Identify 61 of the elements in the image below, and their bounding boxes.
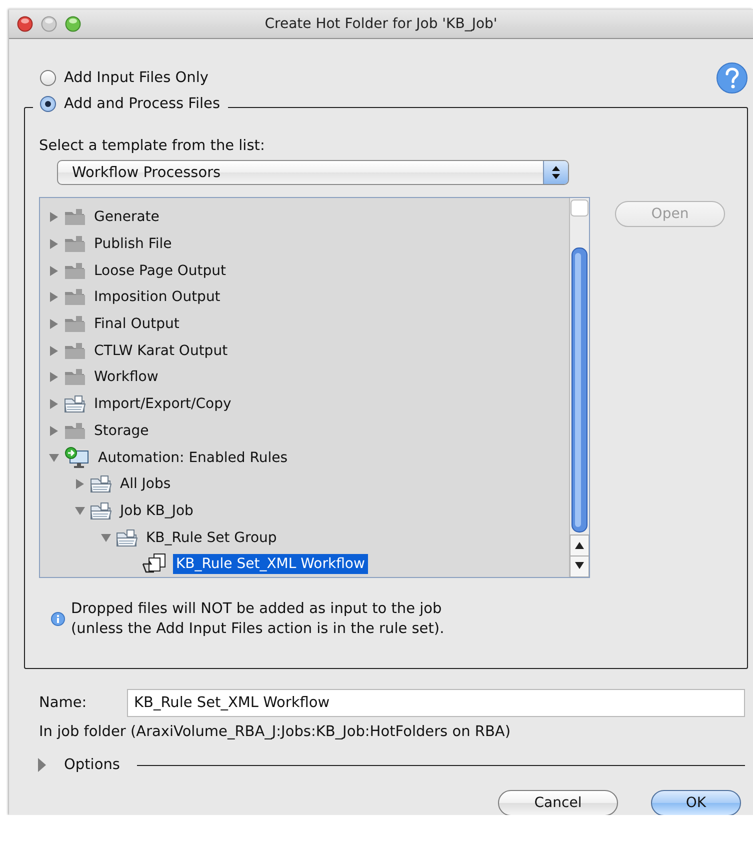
collapse-triangle-icon[interactable]	[74, 506, 86, 516]
expand-triangle-icon[interactable]	[49, 238, 59, 250]
ok-button[interactable]: OK	[651, 790, 741, 815]
mode-radio[interactable]: Add Input Files Only	[40, 70, 208, 86]
folder-icon	[116, 528, 138, 547]
cancel-button[interactable]: Cancel	[498, 790, 618, 815]
tree-item[interactable]: KB_Rule Set_XML Workflow	[173, 554, 368, 574]
tree-item[interactable]: Job KB_Job	[117, 500, 196, 521]
folder-icon	[64, 235, 86, 254]
expand-triangle-icon[interactable]	[49, 371, 59, 384]
folder-icon	[64, 395, 86, 414]
collapse-triangle-icon[interactable]	[100, 532, 112, 543]
name-label: Name:	[39, 695, 88, 711]
folder-icon	[90, 475, 112, 494]
folder-location: In job folder (AraxiVolume_RBA_J:Jobs:KB_Job:HotFolders on RBA)	[39, 724, 512, 740]
info-icon	[51, 612, 65, 626]
help-icon[interactable]	[716, 62, 748, 94]
documents-icon	[142, 553, 168, 576]
folder-icon	[64, 368, 86, 386]
expand-triangle-icon[interactable]	[49, 398, 59, 410]
zoom-button[interactable]	[65, 16, 81, 32]
tree-item[interactable]: Workflow	[91, 367, 162, 388]
folder-icon	[64, 422, 86, 440]
expand-triangle-icon[interactable]	[49, 291, 59, 304]
expand-triangle-icon[interactable]	[49, 424, 59, 437]
collapse-triangle-icon[interactable]	[48, 452, 60, 463]
folder-icon	[90, 502, 112, 520]
options-label: Options	[64, 757, 120, 773]
name-field[interactable]: KB_Rule Set_XML Workflow	[127, 689, 745, 717]
tree-item[interactable]: Loose Page Output	[91, 260, 230, 281]
tree-item[interactable]: All Jobs	[117, 474, 174, 494]
expand-triangle-icon[interactable]	[37, 757, 47, 773]
info-message: Dropped files will NOT be added as input to the job (unless the Add Input Files action is in the rule set).	[71, 600, 444, 639]
tree-item[interactable]: CTLW Karat Output	[91, 340, 231, 361]
folder-icon	[64, 342, 86, 360]
monitor-icon	[64, 446, 90, 469]
expand-triangle-icon[interactable]	[49, 211, 59, 224]
folder-icon	[64, 288, 86, 306]
tree-item[interactable]: Automation: Enabled Rules	[95, 448, 290, 468]
mode-radio[interactable]: Add and Process Files	[33, 96, 228, 112]
template-dropdown[interactable]: Workflow Processors	[57, 160, 569, 185]
minimize-button[interactable]	[41, 16, 57, 32]
tree-item[interactable]: Generate	[91, 207, 162, 228]
scrollbar[interactable]	[569, 198, 589, 577]
folder-icon	[64, 262, 86, 280]
window-title: Create Hot Folder for Job 'KB_Job'	[264, 16, 498, 32]
tree-item[interactable]: Import/Export/Copy	[91, 394, 234, 414]
tree-item[interactable]: Final Output	[91, 314, 182, 334]
folder-icon	[64, 208, 86, 226]
expand-triangle-icon[interactable]	[75, 478, 85, 490]
tree-item[interactable]: Publish File	[91, 234, 175, 254]
template-label: Select a template from the list:	[39, 137, 266, 154]
folder-icon	[64, 315, 86, 334]
tree-item[interactable]: Storage	[91, 420, 152, 441]
tree-item[interactable]: Imposition Output	[91, 287, 224, 308]
expand-triangle-icon[interactable]	[49, 264, 59, 277]
stepper-arrows-icon	[543, 161, 568, 184]
expand-triangle-icon[interactable]	[49, 318, 59, 330]
close-button[interactable]	[17, 16, 33, 32]
tree-item[interactable]: KB_Rule Set Group	[143, 528, 280, 548]
expand-triangle-icon[interactable]	[49, 344, 59, 357]
